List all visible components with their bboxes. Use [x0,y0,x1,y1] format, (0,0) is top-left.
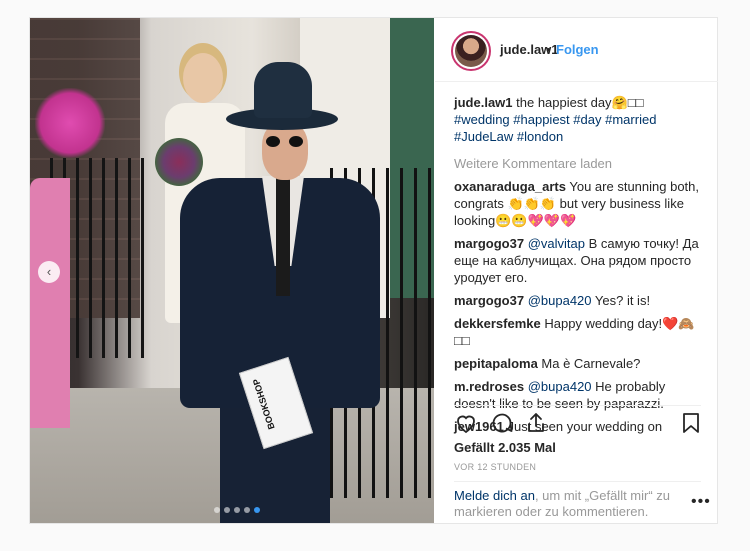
comment-username[interactable]: pepitapaloma [454,356,538,371]
comment-item: margogo37 @bupa420 Yes? it is! [454,292,708,309]
comment-username[interactable]: dekkersfemke [454,316,541,331]
hashtag-link[interactable]: #JudeLaw [454,129,513,144]
comment-username[interactable]: m.redroses [454,379,524,394]
post-timestamp: VOR 12 STUNDEN [454,462,537,472]
load-more-comments[interactable]: Weitere Kommentare laden [454,155,708,172]
groom-figure: BOOKSHOP [150,58,380,523]
comment-mention[interactable]: @valvitap [528,236,585,251]
caption-username[interactable]: jude.law1 [454,95,513,110]
login-prompt: Melde dich an, um mit „Gefällt mir“ zu m… [454,488,679,520]
hashtag-link[interactable]: #london [517,129,563,144]
hashtags: #wedding #happiest #day #married #JudeLa… [454,112,656,144]
comments-list: jude.law1 the happiest day🤗□□ #wedding #… [454,94,708,441]
carousel-dot [254,507,260,513]
carousel-dots [214,507,260,513]
divider [454,481,701,482]
comment-username[interactable]: margogo37 [454,236,524,251]
comment-icon[interactable] [490,411,514,435]
pink-coat [30,178,70,428]
comment-item: oxanaraduga_arts You are stunning both, … [454,178,708,229]
login-link[interactable]: Melde dich an [454,488,535,503]
carousel-dot [244,507,250,513]
caption-emoji: 🤗 [611,95,628,110]
hashtag-link[interactable]: #day [573,112,601,127]
carousel-dot [224,507,230,513]
follow-separator: • [546,42,551,57]
comment-mention[interactable]: @bupa420 [528,293,592,308]
action-bar [454,411,701,437]
comment-item: pepitapaloma Ma è Carnevale? [454,355,708,372]
hat [254,62,312,118]
bag-text: BOOKSHOP [250,377,277,431]
comment-items: oxanaraduga_arts You are stunning both, … [454,178,708,435]
comment-username[interactable]: margogo37 [454,293,524,308]
carousel-dot [234,507,240,513]
caption-boxes: □□ [627,95,644,110]
heart-icon[interactable] [454,411,478,435]
comment-item: margogo37 @valvitap В самую точку! Да ещ… [454,235,708,286]
share-icon[interactable] [524,411,548,435]
post-photo[interactable]: BOOKSHOP ‹ [30,18,434,523]
hashtag-link[interactable]: #wedding [454,112,510,127]
caption-text: the happiest day [512,95,612,110]
comment-username[interactable]: oxanaraduga_arts [454,179,566,194]
chevron-left-icon[interactable]: ‹ [38,261,60,283]
post-header: jude.law1 • Folgen [435,18,718,82]
carousel-dot [214,507,220,513]
comment-mention[interactable]: @bupa420 [528,379,592,394]
comment-item: dekkersfemke Happy wedding day!❤️🙈 □□ [454,315,708,349]
caption: jude.law1 the happiest day🤗□□ #wedding #… [454,94,708,145]
post-card: BOOKSHOP ‹ jude.law1 • Folgen jude.law1 … [29,17,718,524]
follow-button[interactable]: Folgen [556,42,599,57]
hashtag-link[interactable]: #married [605,112,656,127]
hashtag-link[interactable]: #happiest [513,112,569,127]
divider [454,405,701,406]
post-side-panel: jude.law1 • Folgen jude.law1 the happies… [435,18,718,523]
comment-item: m.redroses @bupa420 He probably doesn't … [454,378,708,412]
like-count[interactable]: Gefällt 2.035 Mal [454,440,556,455]
comment-text: Yes? it is! [591,293,651,308]
bookmark-icon[interactable] [679,411,703,435]
comment-text: Ma è Carnevale? [537,356,641,371]
sunglasses [262,136,308,148]
more-options-icon[interactable]: ••• [691,493,711,511]
avatar[interactable] [451,31,491,71]
pink-feather-hat [35,88,105,158]
